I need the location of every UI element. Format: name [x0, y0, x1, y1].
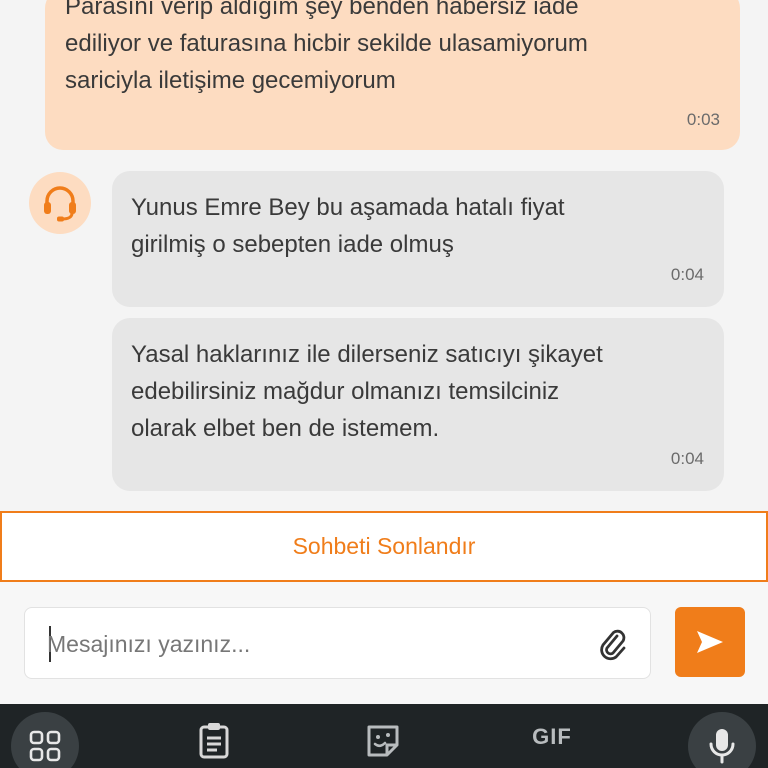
chat-area: Parasını verip aldığım şey benden habers… — [0, 0, 768, 510]
message-time: 0:03 — [686, 110, 720, 129]
message-text: Yunus Emre Bey bu aşamada hatalı fiyat g… — [131, 194, 565, 258]
agent-message-bubble: Yunus Emre Bey bu aşamada hatalı fiyat g… — [112, 171, 724, 307]
message-text: Yasal haklarınız ile dilerseniz satıcıyı… — [131, 341, 603, 442]
end-chat-button[interactable]: Sohbeti Sonlandır — [0, 511, 768, 582]
keyboard-toolbar: GIF — [0, 704, 768, 768]
message-time: 0:04 — [670, 449, 704, 468]
message-text: Parasını verip aldığım şey benden habers… — [65, 0, 588, 94]
microphone-button[interactable] — [688, 712, 756, 768]
sticker-button[interactable] — [362, 720, 404, 762]
clipboard-button[interactable] — [194, 720, 234, 760]
microphone-icon — [709, 729, 735, 764]
gif-button[interactable]: GIF — [520, 722, 584, 752]
message-time: 0:04 — [670, 265, 704, 284]
message-composer — [0, 582, 768, 704]
user-message-bubble: Parasını verip aldığım şey benden habers… — [45, 0, 740, 150]
headset-icon — [44, 186, 76, 222]
send-button[interactable] — [675, 607, 745, 677]
message-input[interactable] — [47, 624, 577, 664]
agent-message-bubble: Yasal haklarınız ile dilerseniz satıcıyı… — [112, 318, 724, 491]
apps-grid-button[interactable] — [11, 712, 79, 768]
sticker-icon — [367, 725, 399, 757]
send-icon — [697, 631, 723, 653]
paperclip-icon[interactable] — [595, 626, 631, 662]
apps-grid-icon — [29, 730, 61, 762]
message-input-box[interactable] — [24, 607, 651, 679]
clipboard-icon — [199, 723, 229, 759]
support-agent-avatar — [29, 172, 91, 234]
